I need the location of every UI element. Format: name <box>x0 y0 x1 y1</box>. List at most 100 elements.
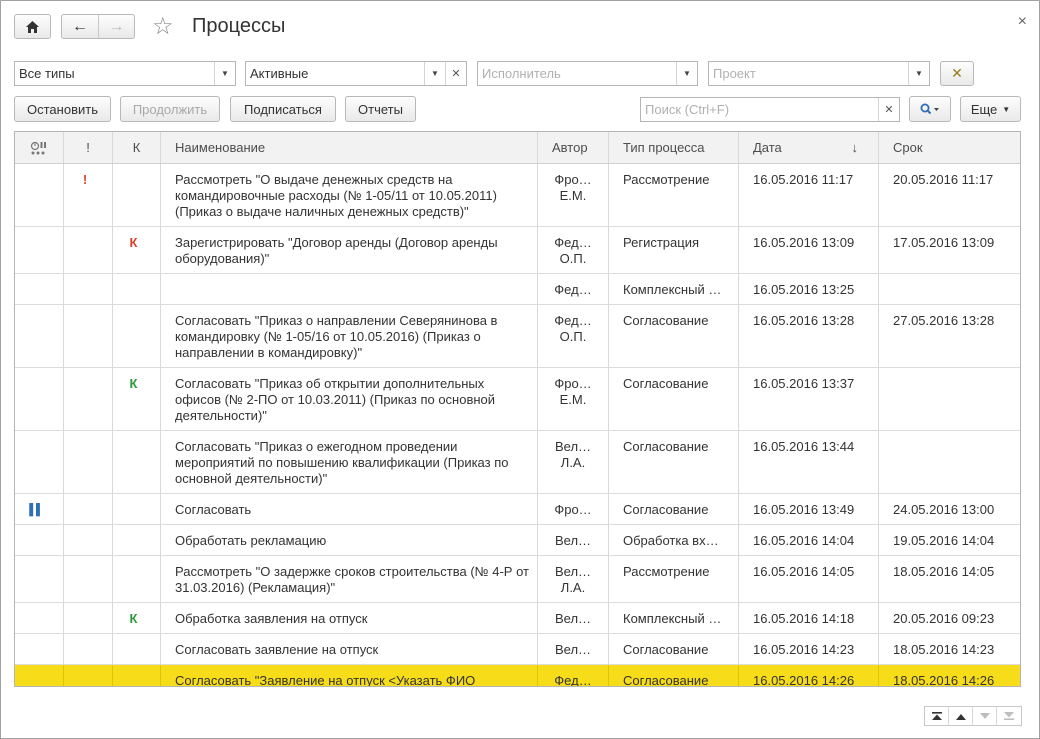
executor-placeholder: Исполнитель <box>482 66 561 81</box>
chevron-down-icon[interactable]: ▼ <box>214 62 235 85</box>
row-name: Обработка заявления на отпуск <box>161 603 538 633</box>
column-control[interactable]: К <box>113 132 161 163</box>
row-deadline: 18.05.2016 14:23 <box>893 642 995 657</box>
control-mark: К <box>129 235 138 250</box>
executor-filter-select[interactable]: Исполнитель ▼ <box>477 61 698 86</box>
table-row[interactable]: Согласовать "Приказ о ежегодном проведен… <box>15 431 1020 494</box>
clear-state-icon[interactable]: ✕ <box>445 62 466 85</box>
table-row[interactable]: К Обработка заявления на отпуск Вел… Компле… <box>15 603 1020 634</box>
row-state-cell <box>15 556 64 602</box>
row-date: 16.05.2016 13:09 <box>739 227 879 273</box>
table-row[interactable]: К Зарегистрировать "Договор аренды (Догов… <box>15 227 1020 274</box>
scroll-up-button[interactable] <box>949 707 973 725</box>
subscribe-button[interactable]: Подписаться <box>230 96 336 122</box>
column-author[interactable]: Автор <box>538 132 609 163</box>
chevron-down-icon[interactable]: ▼ <box>676 62 697 85</box>
row-author: Фро… <box>538 494 609 524</box>
chevron-down-icon: ▼ <box>1002 104 1011 114</box>
table-row[interactable]: ▌▌ Согласовать Фро… Согласование 16.05.2016 … <box>15 494 1020 525</box>
row-state-cell <box>15 305 64 367</box>
pause-icon: ▌▌ <box>29 504 44 516</box>
state-filter-select[interactable]: Активные ▼ ✕ <box>245 61 467 86</box>
row-deadline: 19.05.2016 14:04 <box>893 533 995 548</box>
row-author: Вел… <box>538 603 609 633</box>
column-deadline[interactable]: Срок <box>879 132 1020 163</box>
more-label: Еще <box>970 101 998 117</box>
row-control-cell <box>113 274 161 304</box>
row-importance-cell <box>64 556 113 602</box>
row-control-cell: К <box>113 227 161 273</box>
back-button[interactable]: ← <box>62 15 98 38</box>
row-author: Фро… Е.М. <box>538 368 609 430</box>
search-input[interactable]: Поиск (Ctrl+F) ✕ <box>640 97 900 122</box>
table-row[interactable]: Согласовать "Заявление на отпуск <Указат… <box>15 665 1020 686</box>
row-author: Фед… <box>538 274 609 304</box>
page-title: Процессы <box>192 15 286 37</box>
type-filter-select[interactable]: Все типы ▼ <box>14 61 236 86</box>
row-deadline <box>879 431 1020 493</box>
column-state[interactable] <box>15 132 64 163</box>
row-deadline: 17.05.2016 13:09 <box>893 235 995 250</box>
row-process-type: Регистрация <box>609 227 739 273</box>
row-deadline: 20.05.2016 11:17 <box>893 172 994 187</box>
stop-button[interactable]: Остановить <box>14 96 111 122</box>
row-date: 16.05.2016 13:44 <box>739 431 879 493</box>
table-row[interactable]: Рассмотреть "О задержке сроков строитель… <box>15 556 1020 603</box>
row-deadline <box>879 368 1020 430</box>
row-date: 16.05.2016 13:25 <box>739 274 879 304</box>
state-filter-value: Активные <box>250 66 309 81</box>
row-control-cell <box>113 525 161 555</box>
chevron-down-icon[interactable]: ▼ <box>424 62 445 85</box>
table-row[interactable]: Обработать рекламацию Вел… Обработка вх… 16… <box>15 525 1020 556</box>
importance-icon: ! <box>82 172 88 187</box>
row-name: Согласовать "Заявление на отпуск <Указат… <box>161 665 538 686</box>
favorite-star-icon[interactable]: ☆ <box>152 13 174 41</box>
table-row[interactable]: Согласовать заявление на отпуск Вел… Согла… <box>15 634 1020 665</box>
control-mark: К <box>129 376 138 391</box>
scroll-navigation <box>924 706 1022 726</box>
table-row[interactable]: ! Рассмотреть "О выдаче денежных средств … <box>15 164 1020 227</box>
row-date: 16.05.2016 13:49 <box>739 494 879 524</box>
column-importance[interactable]: ! <box>64 132 113 163</box>
scroll-last-button[interactable] <box>997 707 1021 725</box>
scroll-down-icon <box>979 712 990 719</box>
row-deadline <box>879 274 1020 304</box>
row-process-type: Обработка вх… <box>609 525 739 555</box>
home-button[interactable] <box>14 14 51 39</box>
table-row[interactable]: К Согласовать "Приказ об открытии дополни… <box>15 368 1020 431</box>
close-icon[interactable]: × <box>1018 13 1027 31</box>
reports-button[interactable]: Отчеты <box>345 96 416 122</box>
clear-filters-icon: ✕ <box>951 65 963 81</box>
table-body: ! Рассмотреть "О выдаче денежных средств … <box>15 164 1020 686</box>
scroll-down-button[interactable] <box>973 707 997 725</box>
clear-search-icon[interactable]: ✕ <box>878 98 899 121</box>
forward-button[interactable]: → <box>97 15 134 38</box>
table-row[interactable]: Фед… Комплексный … 16.05.2016 13:25 <box>15 274 1020 305</box>
more-button[interactable]: Еще ▼ <box>960 96 1021 122</box>
row-state-cell <box>15 368 64 430</box>
continue-button[interactable]: Продолжить <box>120 96 220 122</box>
processes-table[interactable]: ! К Наименование Автор Тип процесса Дата… <box>14 131 1021 687</box>
search-button[interactable] <box>909 96 951 122</box>
project-filter-select[interactable]: Проект ▼ <box>708 61 930 86</box>
row-process-type: Согласование <box>609 368 739 430</box>
clear-filters-button[interactable]: ✕ <box>940 61 974 86</box>
row-process-type: Комплексный … <box>609 603 739 633</box>
scroll-last-icon <box>1004 712 1014 720</box>
table-row[interactable]: Согласовать "Приказ о направлении Северя… <box>15 305 1020 368</box>
row-control-cell <box>113 665 161 686</box>
row-name: Согласовать "Приказ о ежегодном проведен… <box>161 431 538 493</box>
row-control-cell <box>113 556 161 602</box>
chevron-down-icon[interactable]: ▼ <box>908 62 929 85</box>
column-process-type[interactable]: Тип процесса <box>609 132 739 163</box>
column-date[interactable]: Дата ↓ <box>739 132 879 163</box>
column-name[interactable]: Наименование <box>161 132 538 163</box>
column-date-label: Дата <box>753 140 782 155</box>
row-state-cell <box>15 431 64 493</box>
row-name: Рассмотреть "О выдаче денежных средств н… <box>161 164 538 226</box>
row-state-cell <box>15 634 64 664</box>
row-name: Согласовать "Приказ об открытии дополнит… <box>161 368 538 430</box>
row-importance-cell <box>64 634 113 664</box>
row-process-type: Согласование <box>609 494 739 524</box>
scroll-first-button[interactable] <box>925 707 949 725</box>
